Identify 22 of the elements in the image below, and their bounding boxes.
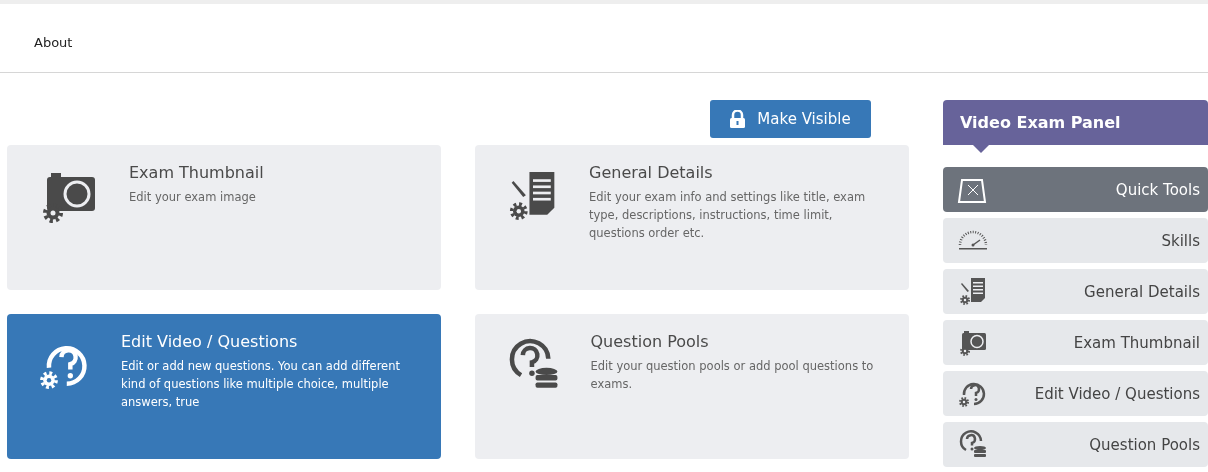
panel-item[interactable]: General Details [943,269,1208,314]
card-title: Edit Video / Questions [121,332,299,351]
tool-card[interactable]: Question Pools Edit your question pools or add pool questions to exams. [475,314,909,459]
card-title: General Details [589,163,714,182]
card-title: Exam Thumbnail [129,163,264,182]
lock-icon [730,110,746,128]
card-title: Question Pools [590,332,710,351]
card-description: Edit your question pools or add pool questions to exams. [590,358,875,393]
card-description: Edit your exam image [129,189,257,206]
panel-item[interactable]: Exam Thumbnail [943,320,1208,365]
panel-item[interactable]: Quick Tools [943,167,1208,212]
tool-card[interactable]: General Details Edit your exam info and settings like title, exam type, descriptions, instructions, time limit, questions order etc. [475,145,909,290]
panel-item[interactable]: Edit Video / Questions [943,371,1208,416]
tool-card[interactable]: Exam Thumbnail Edit your exam image [7,145,441,290]
tool-card[interactable]: Edit Video / Questions Edit or add new questions. You can add different kind of questions like multiple choice, multiple answers, true [7,314,441,459]
make-visible-button[interactable]: Make Visible [710,100,871,138]
nav-link[interactable]: About [34,34,73,50]
card-description: Edit your exam info and settings like title, exam type, descriptions, instructions, time limit, questions order etc. [589,189,867,242]
panel-item[interactable]: Question Pools [943,422,1208,467]
panel-item[interactable]: Skills [943,218,1208,263]
card-description: Edit or add new questions. You can add different kind of questions like multiple choice, multiple answers, true [121,358,401,411]
panel-title: Video Exam Panel [960,113,1121,132]
